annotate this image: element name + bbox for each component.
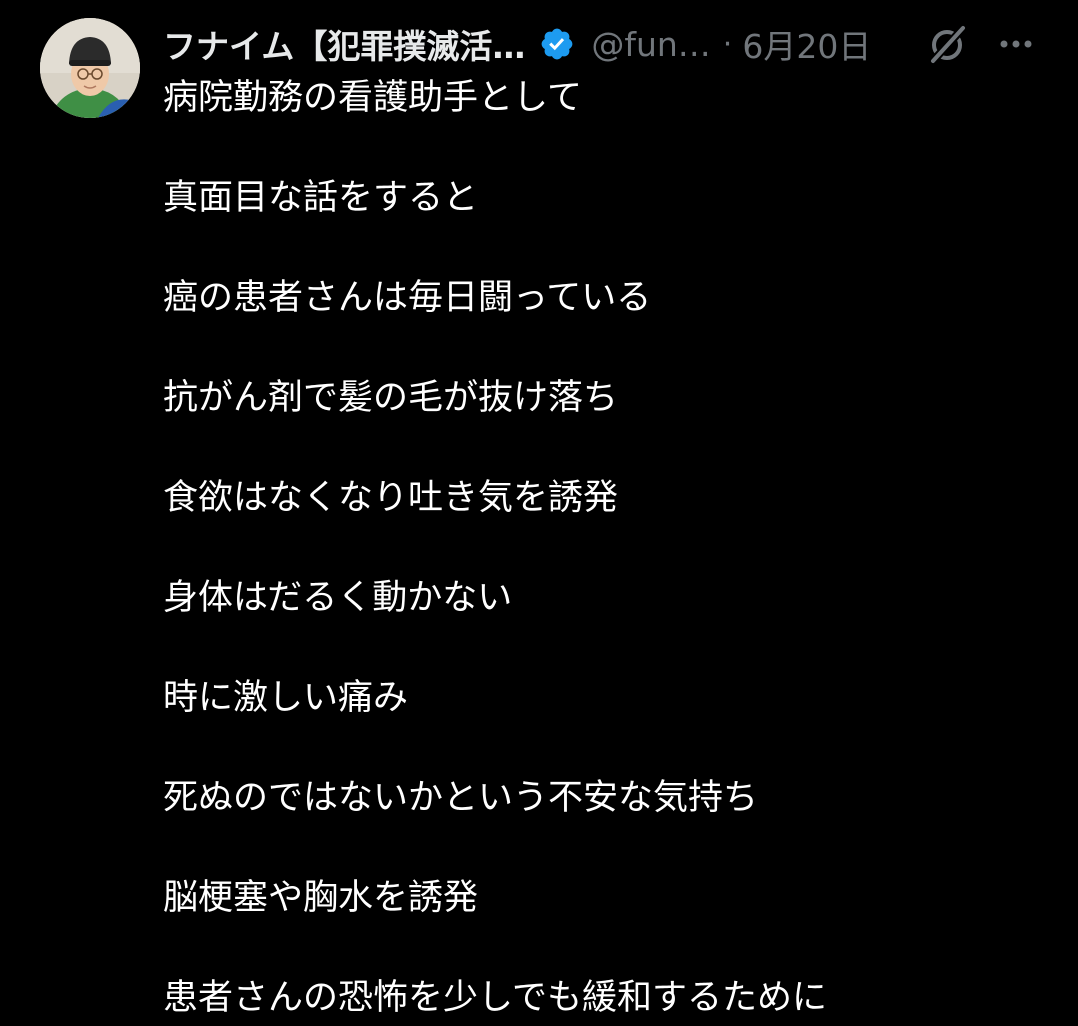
tweet[interactable]: フナイム【犯罪撲滅活… @fun… · 6月20日 病院勤務の看護助手として 真… [0,0,1078,1026]
tweet-timestamp[interactable]: 6月20日 [742,20,871,68]
grok-icon[interactable] [926,22,970,66]
avatar[interactable] [40,18,140,118]
tweet-line: 食欲はなくなり吐き気を誘発 [163,478,619,518]
tweet-line: 患者さんの恐怖を少しでも緩和するために [163,978,827,1018]
tweet-line: 病院勤務の看護助手として [163,78,582,118]
tweet-line: 時に激しい痛み [163,678,409,718]
tweet-line: 脳梗塞や胸水を誘発 [163,878,479,918]
tweet-line: 抗がん剤で髪の毛が抜け落ち [163,378,619,418]
tweet-text: 病院勤務の看護助手として 真面目な話をすると 癌の患者さんは毎日闘っている 抗が… [163,76,1063,1020]
tweet-line: 癌の患者さんは毎日闘っている [163,278,652,318]
tweet-line: 身体はだるく動かない [163,578,513,618]
avatar-photo-icon [40,18,140,118]
more-options-icon[interactable] [994,26,1038,62]
author-handle[interactable]: @fun… [591,25,710,64]
tweet-line: 真面目な話をすると [163,178,479,218]
author-display-name[interactable]: フナイム【犯罪撲滅活… [163,20,525,68]
separator-dot: · [722,26,733,62]
tweet-line: 死ぬのではないかという不安な気持ち [163,778,759,818]
verified-badge-icon[interactable] [539,26,575,62]
